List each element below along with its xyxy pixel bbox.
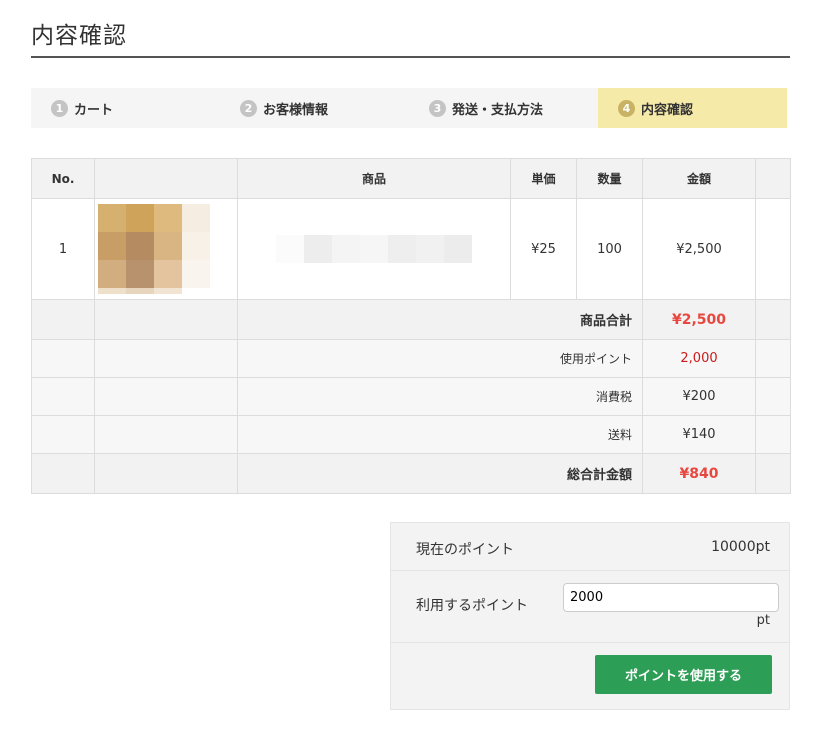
item-product-name — [237, 198, 511, 300]
current-points-value: 10000pt — [711, 539, 770, 555]
total-label: 総合計金額 — [237, 453, 643, 494]
used-points-label: 使用ポイント — [237, 339, 643, 378]
current-points-row: 現在のポイント 10000pt — [391, 523, 789, 571]
points-unit: pt — [756, 613, 770, 628]
item-no: 1 — [31, 198, 95, 300]
page-title: 内容確認 — [31, 23, 127, 49]
header-quantity: 数量 — [576, 158, 643, 199]
tax-value: ¥200 — [642, 377, 756, 416]
header-amount: 金額 — [642, 158, 756, 199]
step-confirm: 4 内容確認 — [598, 88, 787, 128]
shipping-value: ¥140 — [642, 415, 756, 454]
item-unit-price: ¥25 — [510, 198, 577, 300]
used-points-row: 使用ポイント 2,000 — [31, 339, 791, 378]
subtotal-label: 商品合計 — [237, 299, 643, 340]
step-number: 3 — [429, 99, 446, 117]
header-image — [94, 158, 238, 199]
step-cart[interactable]: 1 カート — [31, 88, 220, 128]
step-customer-info[interactable]: 2 お客様情報 — [220, 88, 409, 128]
item-amount: ¥2,500 — [642, 198, 756, 300]
checkout-steps: 1 カート 2 お客様情報 3 発送・支払方法 4 内容確認 — [31, 88, 787, 128]
tax-row: 消費税 ¥200 — [31, 377, 791, 416]
used-points-value: 2,000 — [642, 339, 756, 378]
step-label: 内容確認 — [641, 102, 694, 118]
item-image-cell — [94, 198, 238, 300]
step-number: 2 — [240, 99, 257, 117]
step-label: お客様情報 — [263, 102, 329, 118]
step-label: カート — [74, 102, 114, 118]
current-points-label: 現在のポイント — [416, 542, 514, 558]
step-label: 発送・支払方法 — [452, 102, 544, 118]
step-number: 1 — [51, 99, 68, 117]
subtotal-value: ¥2,500 — [642, 299, 756, 340]
step-number: 4 — [618, 99, 635, 117]
total-value: ¥840 — [642, 453, 756, 494]
subtotal-row: 商品合計 ¥2,500 — [31, 299, 791, 340]
order-table: No. 商品 単価 数量 金額 1 ¥25 100 ¥2,500 商品合計 ¥2… — [31, 158, 791, 494]
shipping-label: 送料 — [237, 415, 643, 454]
header-unit-price: 単価 — [510, 158, 577, 199]
table-row: 1 ¥25 100 ¥2,500 — [31, 198, 791, 300]
tax-label: 消費税 — [237, 377, 643, 416]
item-extra — [755, 198, 791, 300]
header-extra — [755, 158, 791, 199]
points-panel: 現在のポイント 10000pt 利用するポイント pt ポイントを使用する — [390, 522, 790, 710]
product-thumbnail[interactable] — [98, 204, 210, 294]
step-shipping-payment[interactable]: 3 発送・支払方法 — [409, 88, 598, 128]
total-row: 総合計金額 ¥840 — [31, 453, 791, 494]
product-name-redacted[interactable] — [238, 235, 510, 263]
item-quantity: 100 — [576, 198, 643, 300]
use-points-button[interactable]: ポイントを使用する — [595, 655, 772, 694]
use-points-label: 利用するポイント — [416, 598, 528, 614]
use-points-input[interactable] — [563, 583, 779, 612]
title-divider — [31, 56, 790, 58]
shipping-row: 送料 ¥140 — [31, 415, 791, 454]
header-product: 商品 — [237, 158, 511, 199]
table-header-row: No. 商品 単価 数量 金額 — [31, 158, 791, 199]
header-no: No. — [31, 158, 95, 199]
